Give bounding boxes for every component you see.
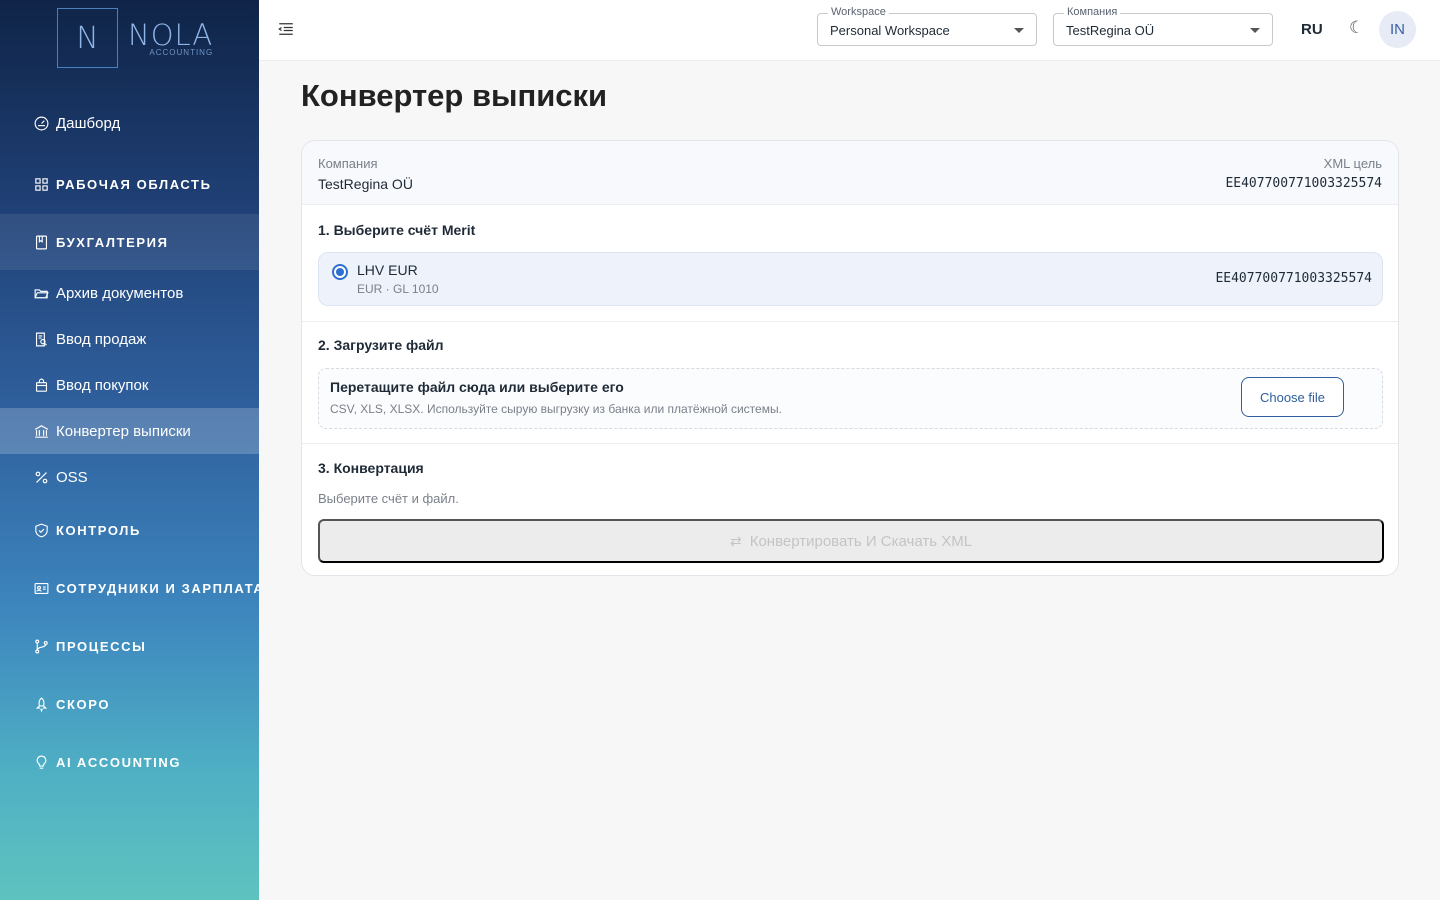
sidebar: N NOLA ACCOUNTING Дашборд РАБОЧАЯ ОБЛАСТ…	[0, 0, 259, 900]
sidebar-item-oss[interactable]: OSS	[0, 464, 259, 490]
logo-name: NOLA	[128, 18, 214, 52]
workspace-select-value: Personal Workspace	[830, 23, 950, 38]
xml-target-label: XML цель	[1323, 156, 1382, 171]
book-icon	[33, 234, 50, 251]
company-select-label: Компания	[1064, 6, 1121, 18]
git-branch-icon	[33, 638, 50, 655]
logo-mark: N	[57, 8, 118, 68]
receipt-search-icon	[33, 331, 50, 348]
menu-collapse-icon[interactable]	[277, 20, 295, 38]
sidebar-item-label: БУХГАЛТЕРИЯ	[56, 234, 169, 250]
sidebar-item-label: Ввод продаж	[56, 330, 147, 348]
grid-icon	[33, 176, 50, 193]
chevron-down-icon	[1250, 28, 1260, 33]
convert-download-button[interactable]: ⇄ Конвертировать И Скачать XML	[318, 519, 1384, 563]
brand-logo[interactable]: N NOLA ACCOUNTING	[57, 8, 213, 68]
sidebar-item-label: AI ACCOUNTING	[56, 754, 182, 770]
sidebar-item-label: Дашборд	[56, 114, 121, 132]
sidebar-section-control[interactable]: КОНТРОЛЬ	[0, 516, 259, 544]
account-details: EUR · GL 1010	[357, 282, 439, 296]
converter-card: Компания TestRegina OÜ XML цель EE407700…	[301, 140, 1399, 576]
account-option-lhv-eur[interactable]: LHV EUR EUR · GL 1010 EE4077007710033255…	[318, 252, 1383, 306]
sidebar-section-coming-soon[interactable]: СКОРО	[0, 690, 259, 718]
company-select[interactable]: Компания TestRegina OÜ	[1053, 6, 1273, 46]
sidebar-item-label: СОТРУДНИКИ И ЗАРПЛАТА	[56, 580, 259, 596]
moon-icon[interactable]: ☾	[1349, 18, 1364, 38]
id-card-icon	[33, 580, 50, 597]
sidebar-section-ai-accounting[interactable]: AI ACCOUNTING	[0, 748, 259, 776]
company-value: TestRegina OÜ	[318, 176, 413, 192]
xml-target-value: EE407700771003325574	[1225, 176, 1382, 191]
sidebar-item-sales-entry[interactable]: Ввод продаж	[0, 326, 259, 352]
avatar[interactable]: IN	[1379, 11, 1416, 48]
sidebar-item-label: КОНТРОЛЬ	[56, 522, 141, 538]
rocket-icon	[33, 696, 50, 713]
sidebar-item-label: Ввод покупок	[56, 376, 149, 394]
account-iban: EE407700771003325574	[1215, 271, 1372, 286]
dashboard-gauge-icon	[33, 115, 50, 132]
top-header: Workspace Personal Workspace Компания Te…	[259, 0, 1440, 61]
language-switch[interactable]: RU	[1301, 21, 1323, 38]
sidebar-section-accounting[interactable]: БУХГАЛТЕРИЯ	[0, 214, 259, 270]
conversion-hint: Выберите счёт и файл.	[318, 491, 459, 506]
account-name: LHV EUR	[357, 262, 418, 278]
step3-title: 3. Конвертация	[318, 460, 424, 476]
sidebar-section-processes[interactable]: ПРОЦЕССЫ	[0, 632, 259, 660]
sidebar-section-employees-payroll[interactable]: СОТРУДНИКИ И ЗАРПЛАТА	[0, 574, 259, 602]
step1-title: 1. Выберите счёт Merit	[318, 222, 476, 238]
swap-arrows-icon: ⇄	[729, 532, 742, 549]
sidebar-item-dashboard[interactable]: Дашборд	[0, 110, 259, 136]
bank-icon	[33, 423, 50, 440]
sidebar-section-workspace[interactable]: РАБОЧАЯ ОБЛАСТЬ	[0, 170, 259, 198]
shield-check-icon	[33, 522, 50, 539]
file-dropzone[interactable]: Перетащите файл сюда или выберите его CS…	[318, 368, 1383, 429]
logo-subtitle: ACCOUNTING	[149, 48, 214, 57]
page-title: Конвертер выписки	[301, 78, 608, 113]
dropzone-hint: CSV, XLS, XLSX. Используйте сырую выгруз…	[330, 402, 782, 416]
step2-title: 2. Загрузите файл	[318, 337, 444, 353]
company-summary: Компания TestRegina OÜ XML цель EE407700…	[302, 141, 1398, 205]
sidebar-item-label: Конвертер выписки	[56, 422, 191, 440]
shopping-bag-icon	[33, 377, 50, 394]
sidebar-item-label: СКОРО	[56, 696, 111, 712]
convert-button-label: Конвертировать И Скачать XML	[749, 532, 973, 550]
sidebar-item-label: Архив документов	[56, 284, 184, 302]
choose-file-button[interactable]: Choose file	[1241, 377, 1344, 417]
sidebar-item-statement-converter[interactable]: Конвертер выписки	[0, 408, 259, 454]
company-select-value: TestRegina OÜ	[1066, 23, 1155, 38]
sidebar-item-label: ПРОЦЕССЫ	[56, 638, 147, 654]
sidebar-item-label: OSS	[56, 468, 88, 486]
divider	[302, 321, 1398, 322]
account-radio[interactable]	[332, 264, 348, 280]
sidebar-item-document-archive[interactable]: Архив документов	[0, 280, 259, 306]
workspace-select[interactable]: Workspace Personal Workspace	[817, 6, 1037, 46]
percent-icon	[33, 469, 50, 486]
lightbulb-icon	[33, 754, 50, 771]
company-label: Компания	[318, 156, 378, 171]
folder-open-icon	[33, 285, 50, 302]
divider	[302, 443, 1398, 444]
chevron-down-icon	[1014, 28, 1024, 33]
workspace-select-label: Workspace	[828, 6, 889, 18]
sidebar-item-purchase-entry[interactable]: Ввод покупок	[0, 372, 259, 398]
sidebar-item-label: РАБОЧАЯ ОБЛАСТЬ	[56, 176, 212, 192]
dropzone-title: Перетащите файл сюда или выберите его	[330, 379, 624, 395]
